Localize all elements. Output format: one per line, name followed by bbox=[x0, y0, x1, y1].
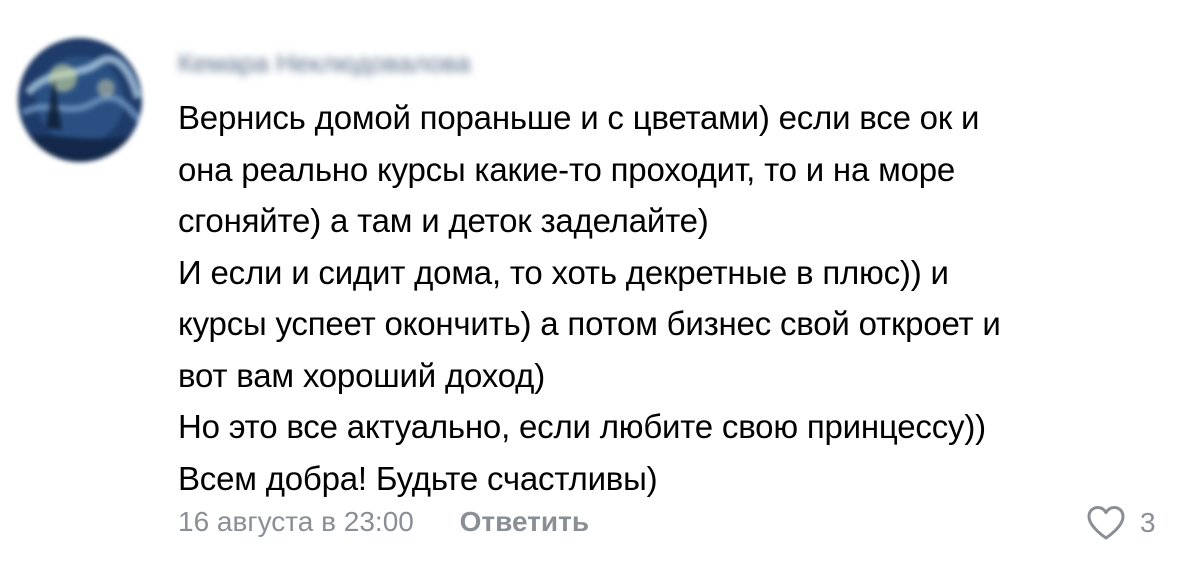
comment-text-line: курсы успеет окончить) а потом бизнес св… bbox=[178, 305, 1001, 342]
comment-text-line: Но это все актуально, если любите свою п… bbox=[178, 408, 986, 445]
like-count: 3 bbox=[1140, 507, 1156, 538]
comment-footer: 16 августа в 23:00 Ответить bbox=[178, 502, 589, 542]
avatar-image bbox=[18, 38, 142, 162]
avatar[interactable] bbox=[18, 38, 142, 162]
comment-text: Вернись домой пораньше и с цветами) если… bbox=[178, 92, 1168, 504]
comment: Кемара Неклюдовалова Вернись домой поран… bbox=[0, 0, 1186, 575]
heart-outline-icon bbox=[1087, 506, 1125, 540]
comment-text-line: вот вам хороший доход) bbox=[178, 356, 545, 394]
comment-text-line: сгоняйте) а там и деток заделайте) bbox=[178, 202, 709, 239]
like-button[interactable]: 3 bbox=[1086, 503, 1156, 543]
author-name[interactable]: Кемара Неклюдовалова bbox=[178, 48, 550, 78]
comment-text-line: И если и сидит дома, то хоть декретные в… bbox=[178, 253, 949, 291]
comment-text-line: она реально курсы какие-то проходит, то … bbox=[178, 150, 956, 188]
reply-button[interactable]: Ответить bbox=[460, 506, 589, 537]
comment-text-line: Вернись домой пораньше и с цветами) если… bbox=[178, 99, 980, 136]
comment-date: 16 августа в 23:00 bbox=[178, 506, 414, 537]
comment-text-line: Всем добра! Будьте счастливы) bbox=[178, 459, 658, 497]
